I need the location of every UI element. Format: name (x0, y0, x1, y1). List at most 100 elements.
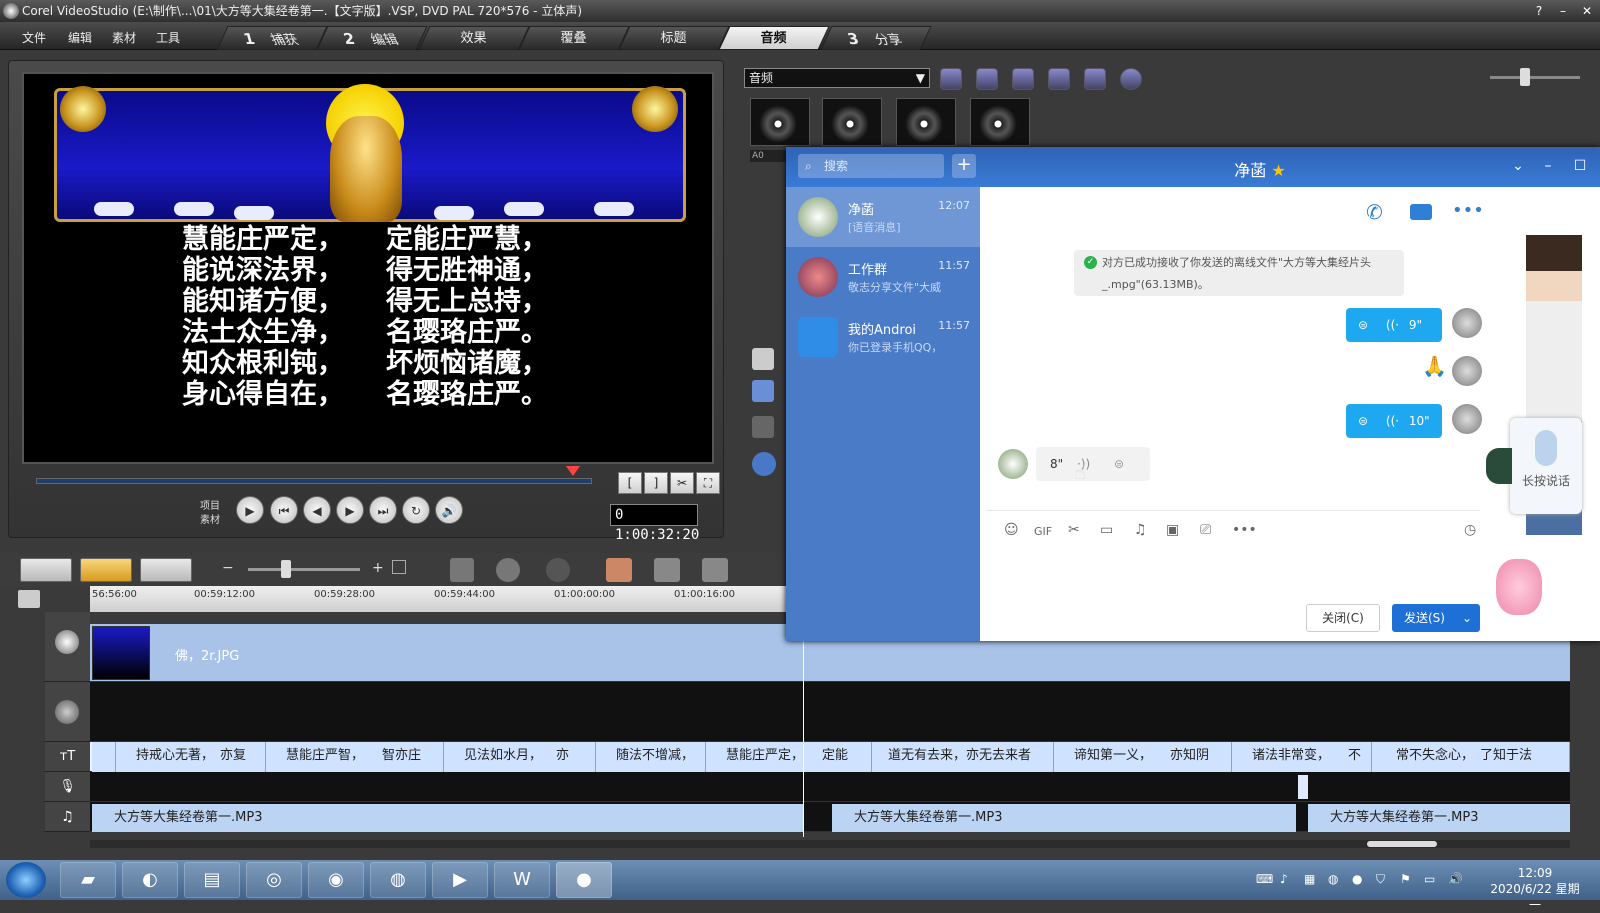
folder-icon[interactable] (940, 68, 962, 90)
batch-convert-icon[interactable] (654, 558, 680, 582)
record-voice-icon[interactable] (752, 380, 774, 402)
emoji-icon[interactable]: ☺ (1004, 522, 1019, 538)
previous-frame-button[interactable]: ◀ (303, 496, 331, 524)
trim-end-button[interactable]: ] (644, 472, 668, 494)
end-button[interactable]: ⏭ (369, 496, 397, 524)
more-tools-icon[interactable]: ••• (1232, 522, 1257, 538)
play-button[interactable]: ▶ (236, 496, 264, 524)
close-chat-button[interactable]: 关闭(C) (1306, 604, 1380, 632)
title-clip[interactable]: 道无有去来，亦无去来者 (872, 742, 1054, 772)
add-contact-button[interactable]: + (952, 154, 976, 178)
tab-audio[interactable]: 音频 (718, 26, 830, 50)
microphone-tray-icon[interactable]: ♪ (1280, 872, 1288, 886)
storyboard-view-button[interactable] (20, 558, 72, 582)
menu-edit[interactable]: 编辑 (68, 29, 92, 46)
contact-item[interactable]: 净菡 12:07 [语音消息] (786, 187, 980, 247)
flag-tray-icon[interactable]: ⚑ (1400, 872, 1411, 886)
zoom-slider[interactable] (248, 568, 360, 571)
tab-title[interactable]: 标题 (618, 26, 730, 50)
taskbar-app-usb-icon[interactable]: ▰ (60, 862, 116, 898)
trim-start-button[interactable]: [ (618, 472, 642, 494)
title-clip[interactable]: 谛知第一义， 亦知阴 (1054, 742, 1232, 772)
taskbar-app-word-icon[interactable]: W (494, 862, 550, 898)
title-clip[interactable]: 见法如水月，亦 (444, 742, 596, 772)
wechat-tray-icon[interactable]: ◍ (1328, 872, 1338, 886)
maximize-chat-button[interactable]: ☐ (1570, 158, 1590, 174)
voice-call-icon[interactable]: ✆ (1366, 200, 1383, 224)
minimize-chat-button[interactable]: – (1538, 158, 1558, 174)
help-button[interactable]: ? (1530, 3, 1548, 19)
play-mode-labels[interactable]: 项目 素材 (200, 500, 220, 528)
volume-button[interactable]: 🔊 (435, 496, 463, 524)
menu-clip[interactable]: 素材 (112, 29, 136, 46)
clock-icon[interactable] (752, 348, 774, 370)
gif-icon[interactable]: GIF (1034, 525, 1052, 538)
repeat-button[interactable]: ↻ (402, 496, 430, 524)
audio-clip-thumb[interactable] (970, 98, 1030, 146)
display-tray-icon[interactable]: ▭ (1424, 872, 1435, 886)
chevron-down-icon[interactable]: ⌄ (1508, 158, 1528, 174)
title-clip[interactable]: 持戒心无著， 亦复 (116, 742, 266, 772)
zoom-out-icon[interactable]: − (222, 560, 234, 576)
taskbar-app-wechat-icon[interactable]: ◍ (370, 862, 426, 898)
security-shield-icon[interactable]: ⛉ (1376, 872, 1385, 887)
taskbar-clock[interactable]: 12:09 2020/6/22 星期一 (1490, 865, 1580, 913)
options-icon[interactable] (1120, 68, 1142, 90)
title-clip[interactable]: 慧能庄严智， 智亦庄 (266, 742, 444, 772)
timeline-scroll-thumb[interactable] (1367, 841, 1437, 847)
voice-input-panel[interactable]: 长按说话 (1510, 418, 1582, 514)
redo-icon[interactable] (546, 558, 570, 582)
network-tray-icon[interactable]: ▦ (1304, 872, 1315, 886)
snapshot-button[interactable]: ⛶ (696, 472, 720, 494)
timeline-scrollbar[interactable] (90, 840, 1570, 848)
library-category-select[interactable]: 音频 ▼ (744, 68, 930, 88)
volume-tray-icon[interactable]: 🔊 (1448, 872, 1463, 886)
split-clip-button[interactable]: ✂ (670, 472, 694, 494)
chevron-down-icon[interactable]: ⌄ (1462, 604, 1472, 632)
taskbar-app-videostudio-icon[interactable]: ▶ (432, 862, 488, 898)
voice-message-in[interactable]: 8" ·)) ⊜ (1036, 447, 1150, 481)
close-button[interactable]: ✕ (1578, 3, 1596, 19)
qq-tray-icon[interactable]: ● (1352, 872, 1362, 886)
voice-clip[interactable] (1298, 775, 1308, 799)
tab-effect[interactable]: 效果 (418, 26, 530, 50)
qq-search-input[interactable]: ⌕ 搜索 (798, 154, 944, 178)
fit-project-icon[interactable] (392, 560, 406, 574)
menu-tools[interactable]: 工具 (156, 29, 180, 46)
music-clip[interactable]: 大方等大集经卷第一.MP3 (92, 804, 804, 832)
music-icon[interactable]: ♫ (1134, 522, 1147, 538)
video-call-icon[interactable] (1410, 204, 1432, 220)
tab-overlay[interactable]: 覆叠 (518, 26, 630, 50)
title-clip[interactable]: 慧能庄严定， 定能 (706, 742, 872, 772)
insert-media-icon[interactable] (450, 558, 474, 582)
audio-clip-thumb[interactable] (822, 98, 882, 146)
tab-edit[interactable]: 2 编辑 (316, 26, 428, 50)
title-track-head[interactable]: ᴛT (45, 742, 90, 772)
title-clip[interactable]: 诸法非常变，不 (1232, 742, 1372, 772)
sort-icon[interactable] (976, 68, 998, 90)
next-frame-button[interactable]: ▶ (336, 496, 364, 524)
file-folder-icon[interactable]: ▭ (1100, 522, 1113, 538)
music-clip[interactable]: 大方等大集经卷第一.MP3 (832, 804, 1296, 832)
taskbar-app-explorer-icon[interactable]: ▤ (184, 862, 240, 898)
music-track-head[interactable]: ♫ (45, 802, 90, 832)
send-button[interactable]: 发送(S) ⌄ (1392, 604, 1480, 632)
overlay-track[interactable] (90, 682, 1570, 742)
library-manager-icon[interactable] (1084, 68, 1106, 90)
video-track-head[interactable] (45, 612, 90, 682)
zoom-slider-handle[interactable] (281, 560, 291, 578)
thumbnail-size-slider[interactable] (1490, 76, 1580, 79)
taskbar-app-qq-chat-icon[interactable]: ● (556, 862, 612, 898)
music-clip[interactable]: 大方等大集经卷第一.MP3 (1308, 804, 1570, 832)
audio-view-button[interactable] (140, 558, 192, 582)
more-options-icon[interactable]: ••• (1452, 200, 1484, 221)
smart-proxy-icon[interactable] (606, 558, 632, 582)
history-clock-icon[interactable]: ◷ (1464, 522, 1476, 538)
contact-item[interactable]: 我的Androi 11:57 你已登录手机QQ， (786, 307, 980, 367)
preview-scrubber[interactable] (36, 478, 592, 484)
title-clip[interactable]: 常不失念心， 了知于法 (1372, 742, 1570, 772)
track-manager-icon[interactable] (702, 558, 728, 582)
library-view-icon[interactable] (1012, 68, 1034, 90)
overlay-track-head[interactable] (45, 682, 90, 742)
voice-track-head[interactable]: 🎙 (45, 772, 90, 802)
